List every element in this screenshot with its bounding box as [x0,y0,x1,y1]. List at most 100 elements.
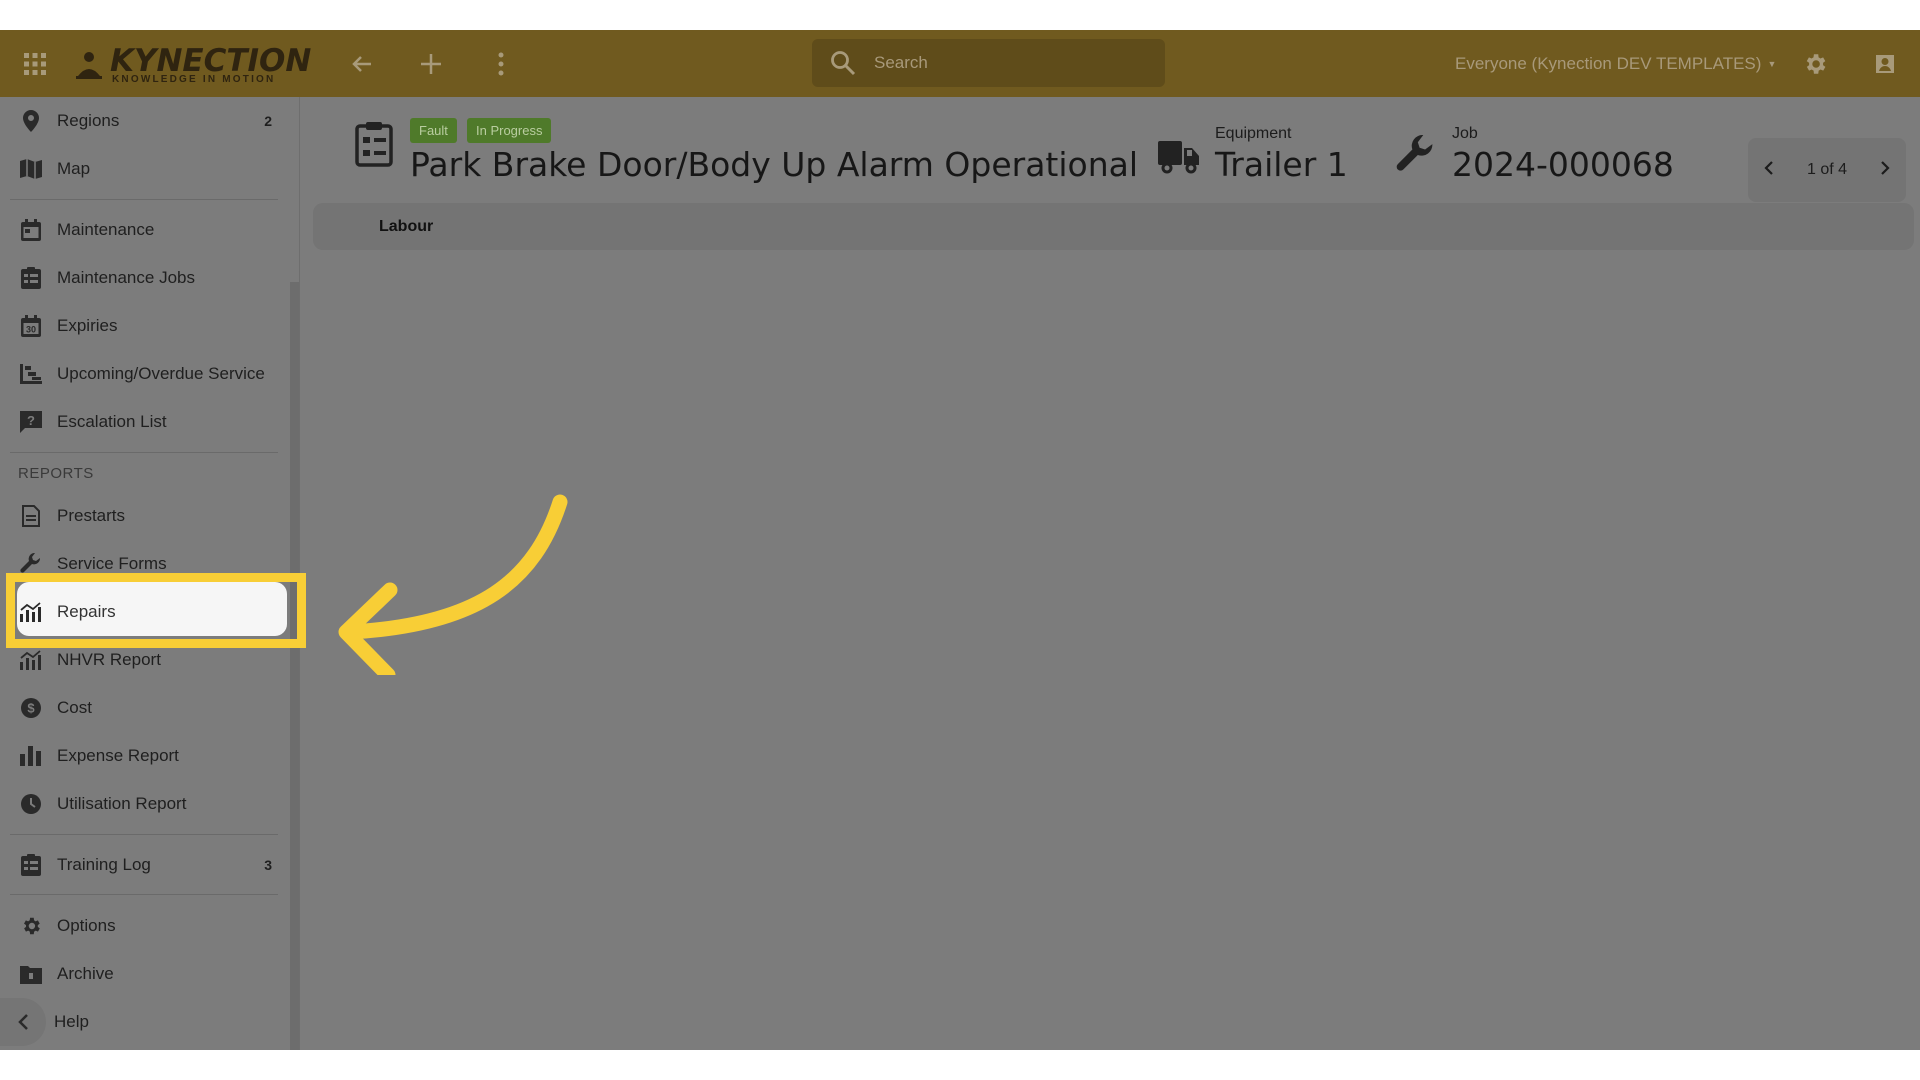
svg-text:$: $ [27,701,35,716]
sidebar-divider [10,452,278,453]
search-bar[interactable] [812,39,1165,87]
bar-line-chart-icon [16,602,46,622]
sidebar-item-label: Expense Report [57,746,179,765]
sidebar-item-utilisation-report[interactable]: Utilisation Report [0,780,290,828]
page-title: Park Brake Door/Body Up Alarm Operationa… [410,145,1139,184]
job-label: Job [1452,125,1478,142]
tab-labour[interactable]: Labour [379,203,433,250]
location-pin-icon [16,110,46,132]
job-info[interactable]: Job 2024-000068 [1452,125,1674,184]
map-icon [16,159,46,179]
chevron-left-icon[interactable] [0,998,46,1046]
sidebar-item-label: Expiries [57,316,118,335]
status-badge: In Progress [467,118,552,143]
sidebar-item-options[interactable]: Options [0,902,290,950]
sidebar-item-label: Regions [57,111,120,130]
gear-icon [16,915,46,937]
sidebar-scrollbar[interactable] [290,282,299,1050]
sidebar-item-cost[interactable]: $ Cost [0,684,290,732]
sidebar-item-label: NHVR Report [57,650,161,669]
sidebar-divider [10,894,278,895]
clipboard-list-icon [16,267,46,289]
record-pager: 1 of 4 [1748,138,1906,202]
sidebar-item-label: Maintenance [57,220,155,239]
sidebar-item-label: Cost [57,698,92,717]
apps-grid-icon[interactable] [18,30,52,97]
truck-icon [1158,139,1200,180]
clock-icon [16,793,46,815]
svg-text:30: 30 [26,325,36,335]
chevron-left-icon[interactable] [1764,160,1774,181]
settings-gear-icon[interactable] [1797,30,1833,97]
fault-tag: Fault [410,118,457,143]
search-icon [830,50,870,76]
clipboard-list-icon [16,854,46,876]
wrench-icon [1396,134,1436,180]
kynection-logo[interactable]: KYNECTION KNOWLEDGE IN MOTION [70,44,311,86]
question-bubble-icon: ? [16,411,46,433]
sidebar-item-label: Service Forms [57,554,167,573]
sidebar-item-label: Maintenance Jobs [57,268,195,287]
sidebar-item-prestarts[interactable]: Prestarts [0,492,290,540]
search-input[interactable] [874,53,1134,73]
logo-text: KYNECTION [110,43,312,79]
top-bar: KYNECTION KNOWLEDGE IN MOTION Everyone (… [0,30,1920,97]
stair-chart-icon [16,364,46,384]
job-number[interactable]: 2024-000068 [1452,145,1674,184]
pager-position: 1 of 4 [1806,161,1848,178]
sidebar-item-label: Map [57,159,91,178]
bar-line-chart-icon [16,650,46,670]
user-account-icon[interactable] [1867,30,1903,97]
add-plus-icon[interactable] [414,30,448,97]
training-count-badge: 3 [264,857,272,873]
logo-tagline: KNOWLEDGE IN MOTION [112,74,276,85]
more-vertical-icon[interactable] [484,30,518,97]
calendar-30-icon: 30 [16,315,46,337]
sidebar-item-label: Training Log [57,855,151,874]
sidebar-item-escalation-list[interactable]: ? Escalation List [0,398,290,446]
sidebar-item-expiries[interactable]: 30 Expiries [0,302,290,350]
equipment-label: Equipment [1215,125,1292,142]
reports-section-heading: REPORTS [18,465,94,482]
account-label: Everyone (Kynection DEV TEMPLATES) [1455,53,1762,73]
calendar-icon [16,219,46,241]
sidebar-item-label: Escalation List [57,412,167,431]
wrench-icon [16,553,46,575]
sidebar-item-maintenance-jobs[interactable]: Maintenance Jobs [0,254,290,302]
sidebar-item-expense-report[interactable]: Expense Report [0,732,290,780]
svg-text:?: ? [27,413,35,428]
sidebar-item-repairs[interactable]: Repairs [0,588,290,636]
annotation-arrow [338,494,568,675]
sidebar-item-archive[interactable]: Archive [0,950,290,998]
sidebar-item-label: Repairs [57,602,116,621]
sidebar-item-maintenance[interactable]: Maintenance [0,206,290,254]
sidebar-item-label: Archive [57,964,114,983]
chevron-right-icon[interactable] [1880,160,1890,181]
back-arrow-icon[interactable] [345,30,379,97]
sidebar-item-label: Options [57,916,116,935]
sidebar-divider [10,199,278,200]
regions-count-badge: 2 [264,113,272,129]
sidebar-item-upcoming-overdue-service[interactable]: Upcoming/Overdue Service [0,350,290,398]
logo-mark-icon [76,52,102,79]
record-tab-bar: Labour [313,203,1914,250]
equipment-value[interactable]: Trailer 1 [1215,145,1348,184]
caret-down-icon: ▼ [1767,58,1777,69]
document-icon [16,505,46,527]
sidebar-item-map[interactable]: Map [0,145,290,193]
sidebar-item-help[interactable]: Help [0,998,290,1046]
sidebar-divider [10,834,278,835]
sidebar-item-label: Prestarts [57,506,126,525]
record-header: Fault In Progress Park Brake Door/Body U… [310,97,1920,207]
sidebar-item-training-log[interactable]: Training Log 3 [0,841,290,889]
clipboard-icon [355,121,393,172]
dollar-circle-icon: $ [16,697,46,719]
account-selector[interactable]: Everyone (Kynection DEV TEMPLATES) ▼ [1455,30,1776,97]
app-screen: KYNECTION KNOWLEDGE IN MOTION Everyone (… [0,30,1920,1050]
sidebar-item-regions[interactable]: Regions 2 [0,97,290,145]
archive-folder-icon [16,964,46,984]
sidebar-item-label: Upcoming/Overdue Service [57,364,265,383]
sidebar-item-label: Utilisation Report [57,794,187,813]
equipment-info[interactable]: Equipment Trailer 1 [1215,125,1348,184]
sidebar-item-label: Help [54,1012,89,1031]
